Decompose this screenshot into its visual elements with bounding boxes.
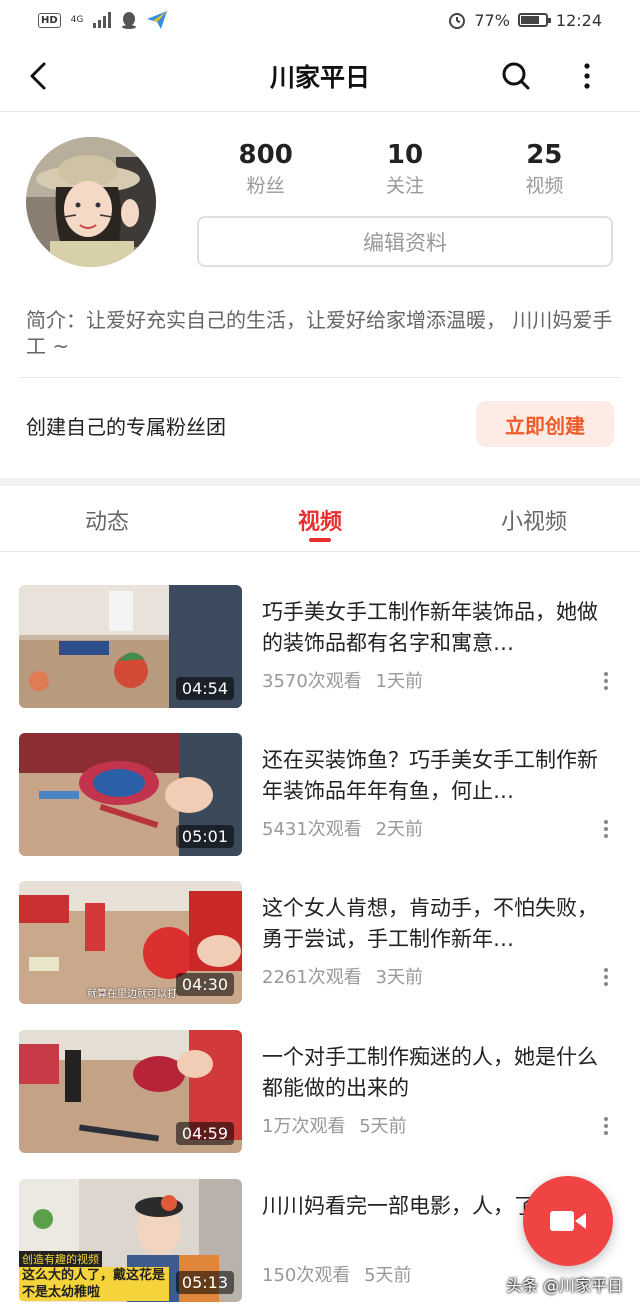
video-meta: 3570次观看 1天前 [262, 667, 423, 693]
video-thumbnail[interactable]: 04:59 [19, 1030, 242, 1153]
video-time: 2天前 [375, 819, 423, 840]
more-vertical-icon [584, 63, 590, 89]
video-caption-top: 创造有趣的视频 [19, 1251, 102, 1267]
video-meta: 1万次观看 5天前 [262, 1112, 407, 1138]
paper-plane-icon [147, 11, 168, 29]
content-tabs: 动态 视频 小视频 [0, 486, 640, 552]
stat-label: 粉丝 [246, 175, 285, 197]
video-more-button[interactable] [598, 671, 614, 691]
stat-value: 10 [386, 140, 424, 170]
create-fan-club-button[interactable]: 立即创建 [476, 401, 614, 447]
qq-icon [122, 12, 137, 29]
search-icon [502, 62, 530, 90]
video-time: 1天前 [375, 671, 423, 692]
stat-label: 关注 [385, 175, 424, 197]
video-views: 1万次观看 [262, 1116, 346, 1137]
status-bar: HD 4G 77% 12:24 [0, 0, 640, 40]
video-meta: 5431次观看 2天前 [262, 815, 423, 841]
more-vertical-icon [604, 1117, 608, 1135]
hd-badge: HD [38, 12, 61, 28]
clock: 12:24 [555, 10, 602, 30]
signal-icon [93, 12, 112, 28]
tab-short-videos[interactable]: 小视频 [474, 504, 594, 536]
video-more-button[interactable] [598, 967, 614, 987]
video-thumbnail[interactable]: 就算在里边就可以打 04:30 [19, 881, 242, 1004]
section-separator [0, 478, 640, 486]
video-time: 5天前 [359, 1116, 407, 1137]
video-time: 5天前 [364, 1265, 412, 1286]
battery-percent: 77% [474, 10, 510, 30]
more-vertical-icon [604, 672, 608, 690]
fan-club-text: 创建自己的专属粉丝团 [26, 415, 226, 439]
video-views: 150次观看 [262, 1265, 351, 1286]
video-views: 5431次观看 [262, 819, 362, 840]
avatar[interactable] [26, 137, 156, 267]
video-more-button[interactable] [598, 1116, 614, 1136]
video-thumbnail[interactable]: 创造有趣的视频 这么大的人了，戴这花是不是太幼稚啦 05:13 [19, 1179, 242, 1302]
video-title[interactable]: 巧手美女手工制作新年装饰品，她做的装饰品都有名字和寓意… [262, 597, 608, 661]
video-item[interactable]: 04:54 巧手美女手工制作新年装饰品，她做的装饰品都有名字和寓意… 3570次… [0, 585, 640, 709]
video-more-button[interactable] [598, 819, 614, 839]
video-duration: 05:01 [175, 825, 234, 848]
video-title[interactable]: 这个女人肯想，肯动手，不怕失败，勇于尝试，手工制作新年… [262, 893, 608, 957]
video-thumbnail[interactable]: 05:01 [19, 733, 242, 856]
video-time: 3天前 [375, 967, 423, 988]
title-bar: 川家平日 [0, 40, 640, 112]
video-title[interactable]: 还在买装饰鱼？巧手美女手工制作新年装饰品年年有鱼，何止… [262, 745, 608, 809]
search-button[interactable] [496, 56, 536, 96]
stat-videos[interactable]: 25 视频 [475, 138, 614, 202]
more-options-button[interactable] [572, 56, 602, 96]
more-vertical-icon [604, 968, 608, 986]
more-vertical-icon [604, 820, 608, 838]
video-caption: 这么大的人了，戴这花是不是太幼稚啦 [19, 1267, 169, 1301]
tab-posts[interactable]: 动态 [47, 504, 167, 536]
profile-stats: 800 粉丝 10 关注 25 视频 [196, 138, 614, 202]
video-views: 3570次观看 [262, 671, 362, 692]
tab-videos[interactable]: 视频 [260, 504, 380, 536]
video-duration: 05:13 [175, 1271, 234, 1294]
video-duration: 04:54 [175, 677, 234, 700]
stat-label: 视频 [525, 175, 564, 197]
stat-value: 25 [526, 140, 563, 170]
divider [20, 377, 620, 378]
video-meta: 2261次观看 3天前 [262, 963, 423, 989]
video-item[interactable]: 04:59 一个对手工制作痴迷的人，她是什么都能做的出来的 1万次观看 5天前 [0, 1030, 640, 1154]
network-type: 4G [70, 14, 84, 25]
video-duration: 04:30 [175, 973, 234, 996]
video-camera-icon [550, 1211, 586, 1231]
active-tab-indicator [309, 538, 331, 542]
video-title[interactable]: 一个对手工制作痴迷的人，她是什么都能做的出来的 [262, 1042, 608, 1106]
stat-value: 800 [238, 140, 293, 170]
video-item[interactable]: 05:01 还在买装饰鱼？巧手美女手工制作新年装饰品年年有鱼，何止… 5431次… [0, 733, 640, 857]
profile-bio: 简介：让爱好充实自己的生活，让爱好给家增添温暖， 川川妈爱手工 ~ [26, 308, 613, 358]
video-caption: 就算在里边就可以打 [87, 989, 177, 1000]
record-video-button[interactable] [523, 1176, 613, 1266]
watermark: 头条 @川家平日 [506, 1276, 624, 1295]
stat-followers[interactable]: 800 粉丝 [196, 138, 335, 202]
stat-following[interactable]: 10 关注 [335, 138, 474, 202]
page-title: 川家平日 [269, 63, 370, 92]
video-views: 2261次观看 [262, 967, 362, 988]
edit-profile-button[interactable]: 编辑资料 [197, 216, 613, 267]
alarm-icon [449, 13, 466, 29]
battery-icon [517, 13, 551, 27]
video-meta: 150次观看 5天前 [262, 1261, 412, 1287]
video-thumbnail[interactable]: 04:54 [19, 585, 242, 708]
video-duration: 04:59 [175, 1122, 234, 1145]
video-item[interactable]: 就算在里边就可以打 04:30 这个女人肯想，肯动手，不怕失败，勇于尝试，手工制… [0, 881, 640, 1005]
